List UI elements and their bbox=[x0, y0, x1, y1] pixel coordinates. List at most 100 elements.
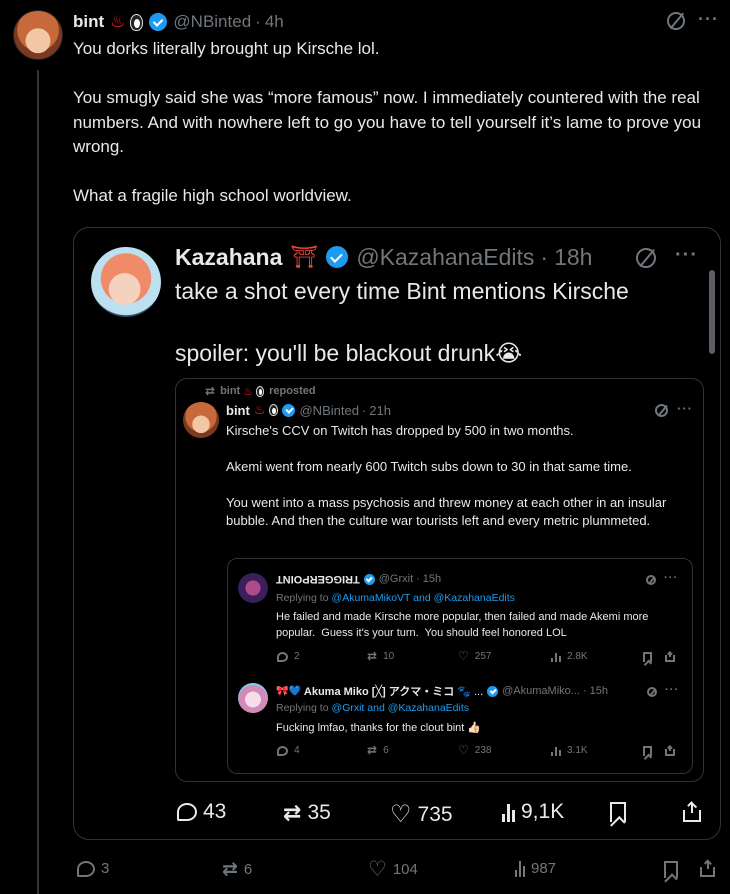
hot-springs-icon: ♨ bbox=[243, 385, 254, 398]
more-icon[interactable]: ··· bbox=[675, 244, 698, 267]
author-name[interactable]: Akuma Miko [╳] アクマ・ミコ bbox=[304, 683, 454, 699]
post-header: bint ♨ @NBinted · 4h bbox=[73, 11, 284, 33]
reply-button[interactable]: 3 bbox=[77, 860, 109, 877]
avatar[interactable] bbox=[91, 247, 161, 317]
reply-count: 2 bbox=[294, 651, 300, 662]
share-icon[interactable] bbox=[700, 867, 715, 877]
replying-to-label: Replying to bbox=[276, 592, 329, 604]
repost-button[interactable]: ⇄ 6 bbox=[222, 858, 252, 881]
replying-to-handles[interactable]: @Grxit and @KazahanaEdits bbox=[332, 702, 469, 714]
repost-icon: ⇄ bbox=[283, 800, 302, 825]
reply-text-body: Fucking lmfao, thanks for the clout bint bbox=[276, 722, 465, 734]
bookmark-icon[interactable] bbox=[643, 652, 652, 662]
timestamp[interactable]: 18h bbox=[554, 244, 592, 271]
author-handle[interactable]: @Grxit bbox=[379, 573, 413, 585]
repost-header: bint ♨ @NBinted · 21h bbox=[226, 402, 391, 418]
repost-text: Kirsche's CCV on Twitch has dropped by 5… bbox=[226, 423, 667, 528]
repost-count: 6 bbox=[383, 744, 389, 756]
author-handle[interactable]: @AkumaMiko... bbox=[502, 685, 580, 697]
penguin-icon bbox=[269, 404, 279, 416]
avatar[interactable] bbox=[238, 683, 268, 713]
reply-button[interactable]: 4 bbox=[277, 745, 300, 756]
like-icon: ♡ bbox=[458, 743, 469, 757]
views-button[interactable]: 9,1K bbox=[502, 800, 564, 824]
replying-to: Replying to @Grxit and @KazahanaEdits bbox=[276, 702, 469, 714]
views-icon bbox=[551, 652, 561, 662]
avatar[interactable] bbox=[238, 573, 268, 603]
verified-badge-icon bbox=[363, 573, 375, 585]
reply-count: 43 bbox=[203, 800, 227, 823]
separator: · bbox=[540, 243, 549, 270]
bookmark-icon[interactable] bbox=[610, 802, 626, 822]
grok-icon[interactable] bbox=[655, 404, 668, 417]
share-icon[interactable] bbox=[665, 655, 675, 662]
torii-icon: ⛩ bbox=[290, 244, 319, 269]
author-name[interactable]: bint bbox=[73, 12, 104, 32]
scrollbar[interactable] bbox=[709, 270, 715, 354]
reply-button[interactable]: 43 bbox=[177, 800, 226, 824]
grok-icon[interactable] bbox=[667, 12, 685, 30]
hot-springs-icon: ♨ bbox=[110, 12, 126, 31]
reply-button[interactable]: 2 bbox=[277, 651, 300, 662]
grok-icon[interactable] bbox=[646, 575, 656, 585]
name-emoji-prefix: 🎀💙 bbox=[276, 685, 301, 697]
quote-text-body: take a shot every time Bint mentions Kir… bbox=[175, 278, 629, 366]
grok-icon[interactable] bbox=[636, 248, 656, 268]
more-icon[interactable]: ··· bbox=[677, 401, 693, 416]
replying-to-label: Replying to bbox=[276, 702, 329, 714]
replies-card[interactable] bbox=[227, 558, 693, 774]
repost-count: 10 bbox=[383, 650, 395, 662]
like-icon: ♡ bbox=[368, 858, 387, 881]
like-button[interactable]: ♡ 104 bbox=[368, 857, 418, 882]
author-handle[interactable]: @KazahanaEdits bbox=[356, 244, 534, 271]
avatar[interactable] bbox=[13, 10, 63, 60]
like-button[interactable]: ♡ 238 bbox=[458, 743, 491, 757]
timestamp[interactable]: 15h bbox=[590, 685, 608, 697]
verified-badge-icon bbox=[487, 685, 499, 697]
hot-springs-icon: ♨ bbox=[253, 402, 266, 417]
more-icon[interactable]: ··· bbox=[698, 9, 719, 30]
views-count: 9,1K bbox=[521, 800, 565, 823]
author-handle[interactable]: @NBinted bbox=[299, 403, 358, 418]
views-button[interactable]: 3.1K bbox=[551, 745, 588, 756]
timestamp[interactable]: 21h bbox=[369, 403, 391, 418]
repost-button[interactable]: ⇄ 35 bbox=[283, 800, 331, 826]
avatar[interactable] bbox=[183, 402, 219, 438]
verified-badge-icon bbox=[326, 246, 349, 268]
separator: · bbox=[255, 12, 261, 31]
views-button[interactable]: 2.8K bbox=[551, 651, 588, 662]
bookmark-icon[interactable] bbox=[664, 861, 678, 878]
like-button[interactable]: ♡ 257 bbox=[458, 649, 491, 663]
views-button[interactable]: 987 bbox=[515, 860, 556, 877]
author-name[interactable]: bint bbox=[226, 403, 250, 418]
views-icon bbox=[502, 802, 515, 822]
repost-by-name[interactable]: bint bbox=[220, 385, 240, 397]
repost-icon: ⇄ bbox=[367, 743, 378, 757]
repost-count: 6 bbox=[243, 861, 253, 878]
more-icon[interactable]: ··· bbox=[665, 684, 679, 696]
reposted-label: reposted bbox=[269, 385, 316, 397]
views-count: 987 bbox=[531, 860, 557, 877]
repost-button[interactable]: ⇄ 6 bbox=[367, 743, 389, 757]
views-count: 2.8K bbox=[567, 651, 588, 662]
verified-badge-icon bbox=[282, 403, 296, 417]
penguin-icon bbox=[256, 385, 265, 397]
author-handle[interactable]: @NBinted bbox=[173, 12, 251, 32]
separator: · bbox=[416, 573, 420, 585]
bookmark-icon[interactable] bbox=[643, 746, 652, 756]
share-icon[interactable] bbox=[665, 749, 675, 756]
like-count: 257 bbox=[474, 650, 492, 662]
repost-button[interactable]: ⇄ 10 bbox=[367, 649, 394, 663]
like-icon: ♡ bbox=[458, 649, 469, 663]
share-icon[interactable] bbox=[683, 810, 701, 822]
author-name[interactable]: TRIGGERPOINT bbox=[276, 573, 360, 585]
reply-icon bbox=[277, 745, 288, 756]
timestamp[interactable]: 4h bbox=[265, 12, 284, 32]
author-name[interactable]: Kazahana bbox=[175, 244, 282, 271]
more-icon[interactable]: ··· bbox=[664, 572, 678, 584]
grok-icon[interactable] bbox=[647, 687, 657, 697]
replying-to-handles[interactable]: @AkumaMikoVT and @KazahanaEdits bbox=[332, 592, 515, 604]
like-button[interactable]: ♡ 735 bbox=[390, 800, 453, 829]
timestamp[interactable]: 15h bbox=[423, 573, 441, 585]
like-count: 735 bbox=[417, 802, 453, 826]
